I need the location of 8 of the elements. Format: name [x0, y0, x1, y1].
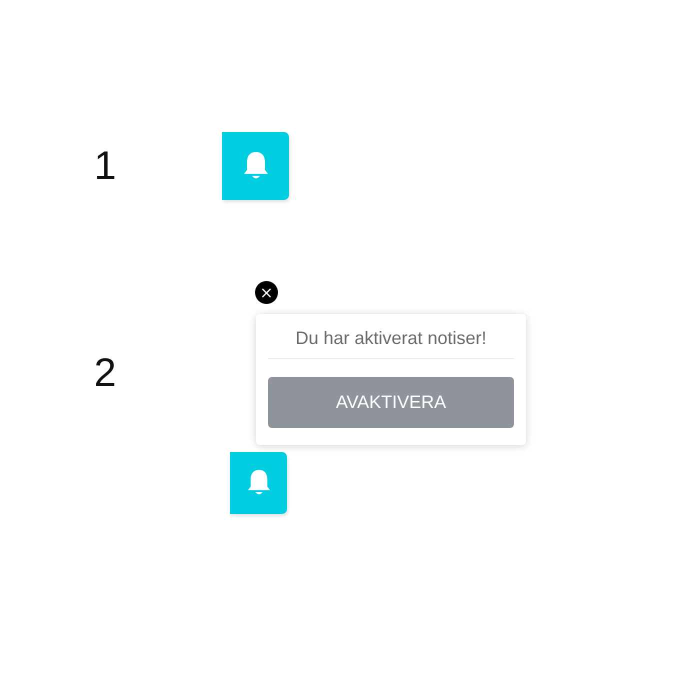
- popup-message: Du har aktiverat notiser!: [268, 327, 514, 359]
- close-button[interactable]: ×: [255, 281, 278, 304]
- notification-bell-button[interactable]: [222, 132, 289, 200]
- bell-icon: [242, 151, 268, 181]
- notification-bell-button[interactable]: [230, 452, 287, 514]
- bell-icon: [246, 469, 270, 497]
- section-number: 1: [94, 146, 116, 186]
- section-number: 2: [94, 353, 116, 393]
